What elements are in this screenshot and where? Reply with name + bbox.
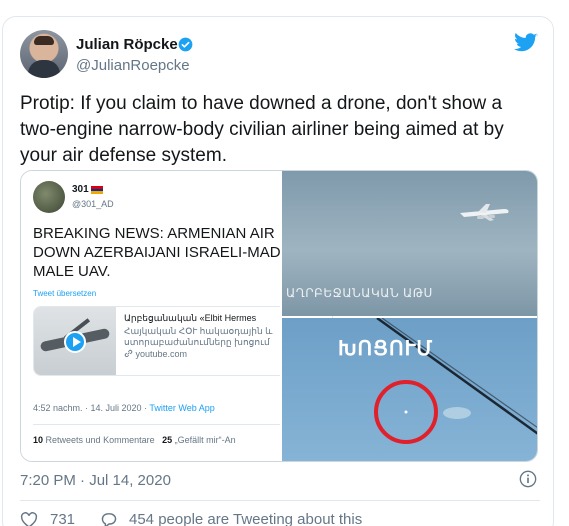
author-handle[interactable]: @JulianRoepcke xyxy=(76,57,190,74)
link-card-url: youtube.com xyxy=(124,349,187,359)
like-count: 731 xyxy=(50,511,76,526)
avatar-hair xyxy=(34,36,54,45)
translate-link: Tweet übersetzen xyxy=(33,289,97,298)
video-caption-bottom: ԽՈՑՈՒՄ xyxy=(338,338,434,360)
author-name[interactable]: Julian Röpcke xyxy=(76,36,178,53)
twitter-bird-icon[interactable] xyxy=(514,33,538,53)
quoted-time: 4:52 nachm. · 14. Juli 2020 · xyxy=(33,403,150,413)
play-icon xyxy=(64,331,86,353)
quoted-retweets-label: Retweets und Kommentare xyxy=(45,435,155,445)
video-caption-top: ԱՂՐԲԵՋԱՆԱԿԱՆ ԱԹՍ xyxy=(286,286,433,300)
quoted-tweet-screenshot: 301 @301_AD BREAKING NEWS: ARMENIAN AIR … xyxy=(21,171,333,461)
tweeting-about-text: 454 people are Tweeting about this xyxy=(129,511,363,526)
avatar-suit xyxy=(28,60,60,78)
tweet-text: Protip: If you claim to have downed a dr… xyxy=(20,93,504,166)
heart-icon xyxy=(20,512,38,526)
quoted-retweets-count: 10 xyxy=(33,435,44,445)
link-card-title: Արբեցանական «Elbit Hermes xyxy=(124,313,257,323)
quoted-author-handle: @301_AD xyxy=(72,199,114,209)
quoted-avatar xyxy=(33,181,65,213)
quoted-author-name: 301 xyxy=(72,184,89,195)
verified-badge-icon xyxy=(178,37,193,52)
target-video-frame: ԽՈՑՈՒՄ xyxy=(280,318,537,461)
armenian-flag-icon xyxy=(91,186,103,194)
quoted-stats: 10 Retweets und Kommentare 25 „Gefällt m… xyxy=(33,435,236,445)
quoted-meta: 4:52 nachm. · 14. Juli 2020 · Twitter We… xyxy=(33,403,215,413)
quoted-tweet[interactable]: 301 @301_AD BREAKING NEWS: ARMENIAN AIR … xyxy=(20,170,538,462)
actions-divider xyxy=(20,500,540,501)
airliner-video-frame: ԱՂՐԲԵՋԱՆԱԿԱՆ ԱԹՍ xyxy=(280,171,537,316)
info-icon[interactable] xyxy=(519,470,537,488)
tweet-timestamp[interactable]: 7:20 PM · Jul 14, 2020 xyxy=(20,472,171,489)
author-avatar[interactable] xyxy=(20,30,68,78)
quoted-likes-label: „Gefällt mir“-An xyxy=(174,435,236,445)
link-icon xyxy=(124,349,133,358)
link-card-url-text: youtube.com xyxy=(135,349,188,359)
quoted-app: Twitter Web App xyxy=(149,403,215,413)
reply-bubble-icon xyxy=(101,513,117,526)
quoted-divider xyxy=(33,424,280,425)
quoted-likes-count: 25 xyxy=(162,435,173,445)
video-thumbnail xyxy=(34,307,116,375)
